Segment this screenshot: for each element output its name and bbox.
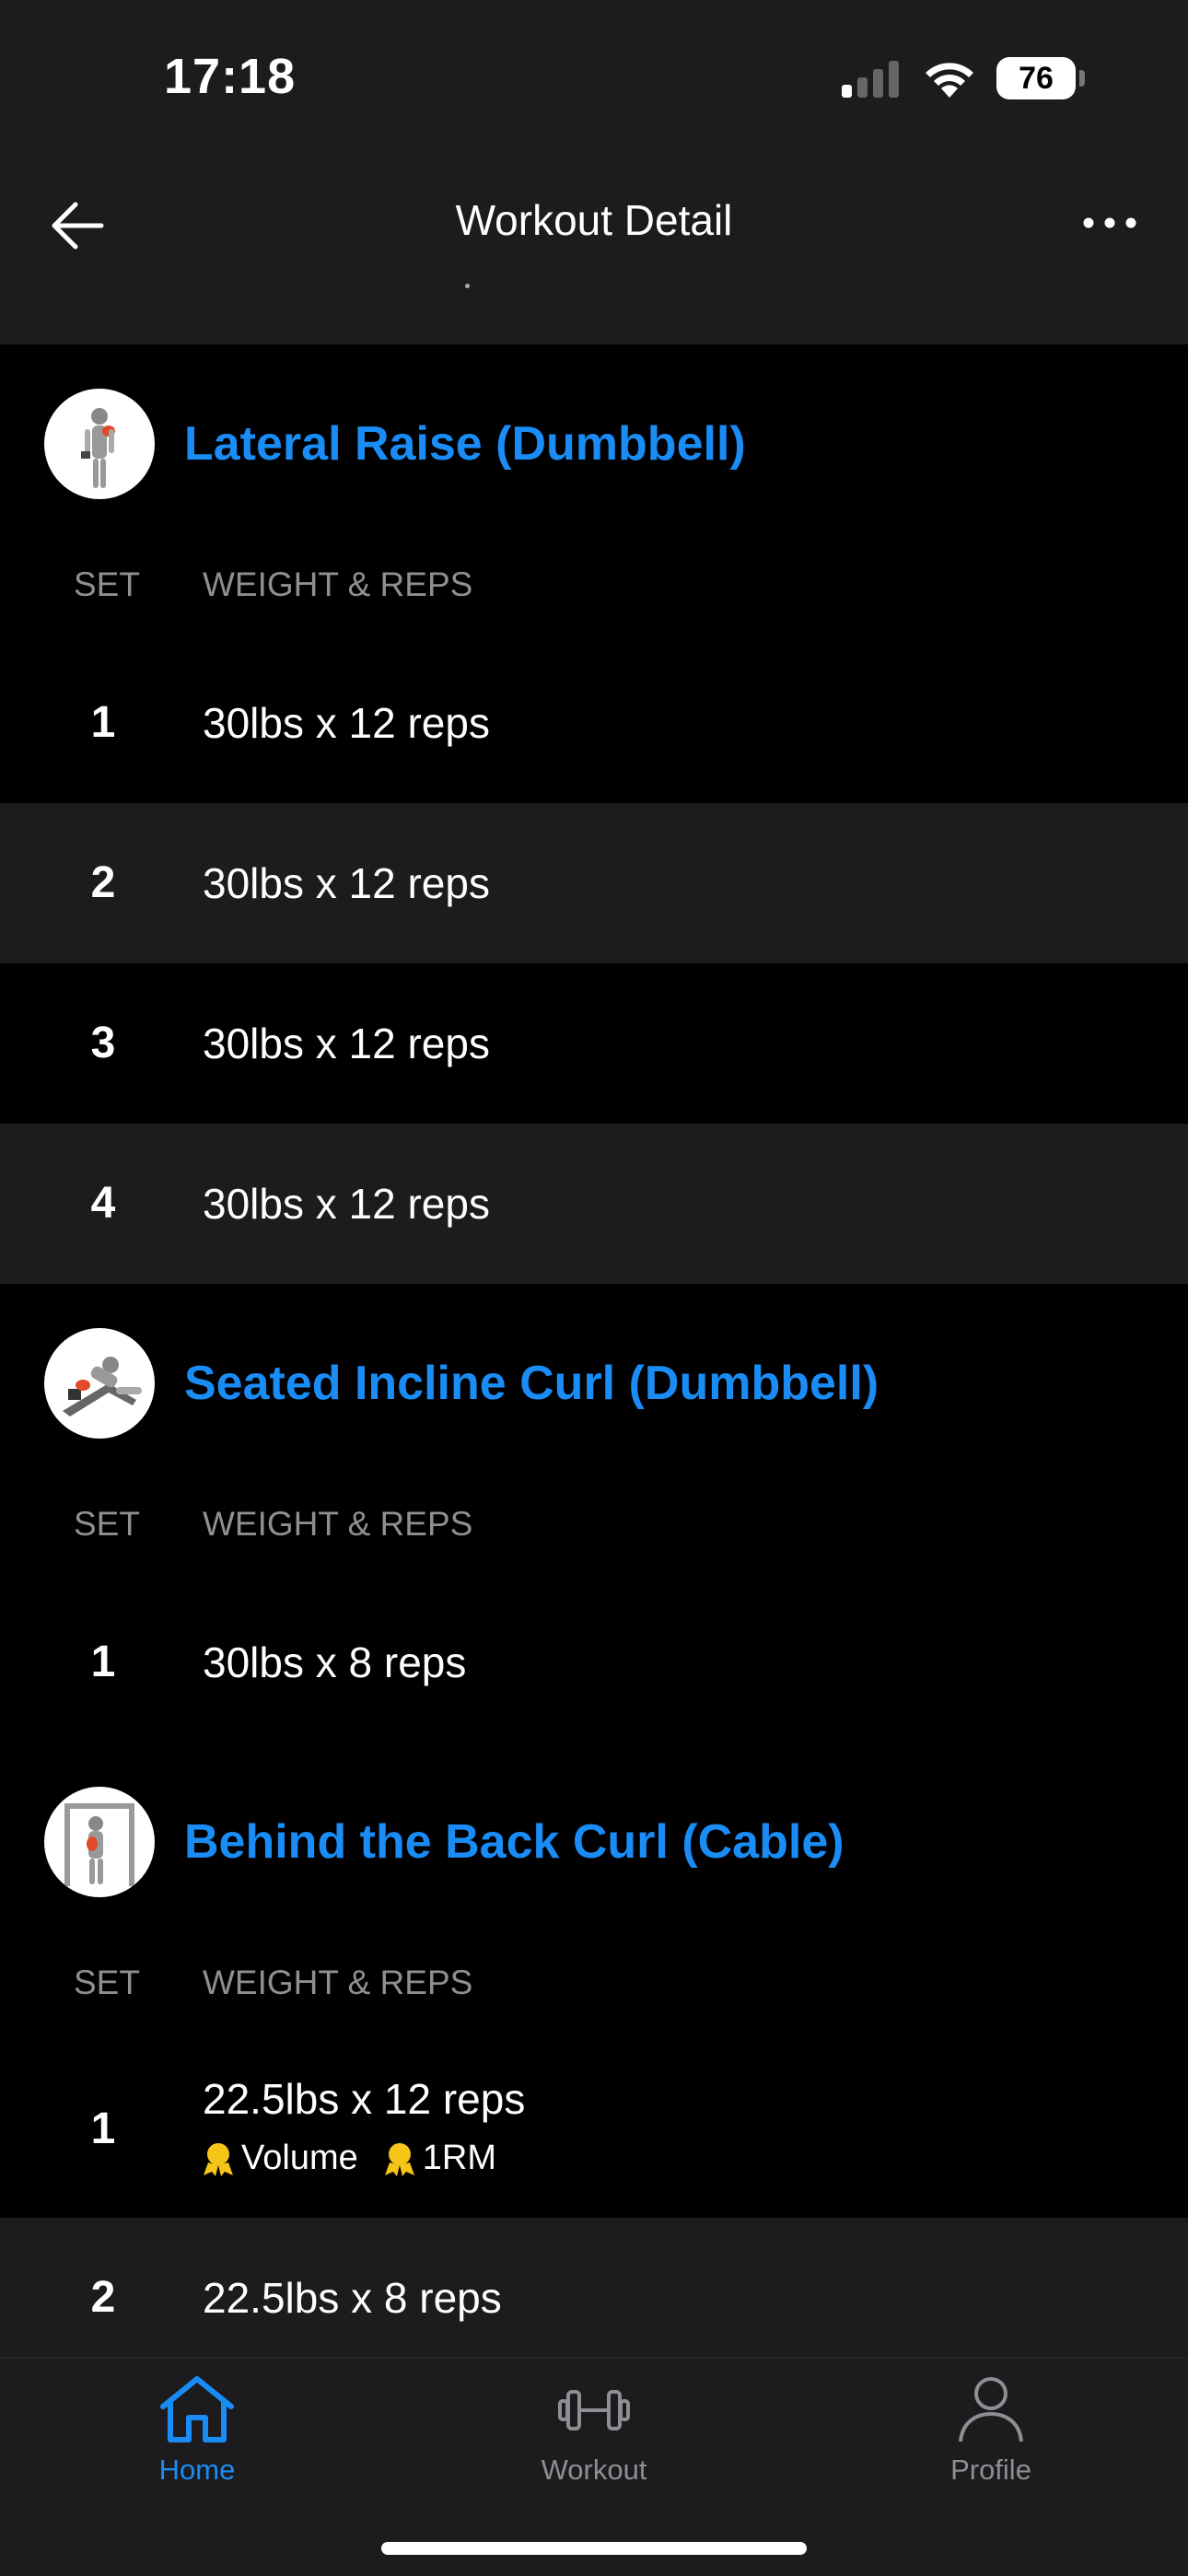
- set-number: 3: [90, 1019, 116, 1067]
- record-badge: Volume: [201, 2139, 358, 2178]
- exercise-thumbnail-icon[interactable]: [44, 1328, 155, 1439]
- tab-label: Workout: [541, 2454, 647, 2486]
- wifi-icon: [926, 63, 973, 98]
- set-weight-reps: 30lbs x 12 reps: [203, 699, 490, 747]
- badge-label: Volume: [241, 2139, 358, 2177]
- page-title: Workout Detail: [455, 196, 733, 244]
- set-weight-reps: 30lbs x 12 reps: [203, 1020, 490, 1067]
- tab-home[interactable]: Home: [105, 2373, 289, 2487]
- weight-reps-column-header: WEIGHT & REPS: [203, 1505, 473, 1543]
- exercise-header[interactable]: Lateral Raise (Dumbbell): [0, 344, 1188, 543]
- set-weight-reps: 30lbs x 8 reps: [203, 1638, 467, 1686]
- tab-workout[interactable]: Workout: [502, 2373, 686, 2487]
- column-headers: SET WEIGHT & REPS: [0, 1941, 1188, 2041]
- set-column-header: SET: [74, 1964, 140, 2001]
- set-weight-reps: 30lbs x 12 reps: [203, 859, 490, 907]
- set-number: 1: [90, 2104, 116, 2153]
- home-icon: [160, 2376, 234, 2442]
- set-column-header: SET: [74, 565, 140, 603]
- person-icon: [959, 2377, 1023, 2442]
- weight-reps-column-header: WEIGHT & REPS: [203, 1964, 473, 2001]
- top-header-area: 17:18 76 Workout Detail: [0, 0, 1188, 344]
- record-badge: 1RM: [382, 2139, 496, 2178]
- set-row: 4 30lbs x 12 reps: [0, 1124, 1188, 1284]
- set-number: 2: [90, 2273, 116, 2322]
- set-number: 1: [90, 698, 116, 747]
- exercise-name[interactable]: Behind the Back Curl (Cable): [184, 1814, 844, 1870]
- exercise-header[interactable]: Behind the Back Curl (Cable): [0, 1743, 1188, 1941]
- exercise-name[interactable]: Lateral Raise (Dumbbell): [184, 416, 746, 472]
- battery-indicator: 76: [996, 57, 1076, 99]
- more-options-icon[interactable]: [1077, 204, 1142, 241]
- tab-label: Profile: [950, 2454, 1031, 2486]
- exercise-thumbnail-icon[interactable]: [44, 389, 155, 499]
- badge-label: 1RM: [422, 2139, 496, 2177]
- exercise-name[interactable]: Seated Incline Curl (Dumbbell): [184, 1356, 879, 1411]
- home-indicator[interactable]: [381, 2542, 807, 2555]
- set-row: 1 30lbs x 8 reps: [0, 1582, 1188, 1743]
- set-column-header: SET: [74, 1505, 140, 1543]
- tab-label: Home: [158, 2454, 236, 2486]
- set-number: 1: [90, 1638, 116, 1686]
- status-time: 17:18: [164, 49, 297, 104]
- weight-reps-column-header: WEIGHT & REPS: [203, 565, 473, 603]
- exercise-thumbnail-icon[interactable]: [44, 1787, 155, 1897]
- column-headers: SET WEIGHT & REPS: [0, 543, 1188, 643]
- set-row: 1 30lbs x 12 reps: [0, 643, 1188, 803]
- column-headers: SET WEIGHT & REPS: [0, 1483, 1188, 1582]
- set-number: 4: [90, 1179, 116, 1228]
- medal-icon: [204, 2142, 233, 2176]
- record-badges: Volume 1RM: [201, 2139, 496, 2178]
- tab-profile[interactable]: Profile: [899, 2373, 1083, 2487]
- set-weight-reps: 22.5lbs x 8 reps: [203, 2274, 502, 2322]
- set-row: 1 22.5lbs x 12 reps Volume 1RM: [0, 2041, 1188, 2218]
- cellular-signal-icon: [842, 61, 899, 98]
- medal-icon: [384, 2142, 414, 2176]
- set-weight-reps: 30lbs x 12 reps: [203, 1180, 490, 1228]
- set-number: 2: [90, 858, 116, 907]
- set-row: 2 22.5lbs x 8 reps: [0, 2218, 1188, 2378]
- workout-content: Lateral Raise (Dumbbell) SET WEIGHT & RE…: [0, 344, 1188, 2378]
- exercise-header[interactable]: Seated Incline Curl (Dumbbell): [0, 1284, 1188, 1483]
- set-row: 2 30lbs x 12 reps: [0, 803, 1188, 963]
- set-weight-reps: 22.5lbs x 12 reps: [203, 2075, 526, 2123]
- battery-tip: [1079, 70, 1085, 87]
- dumbbell-icon: [558, 2390, 630, 2430]
- title-dot: [465, 284, 470, 288]
- set-row: 3 30lbs x 12 reps: [0, 963, 1188, 1124]
